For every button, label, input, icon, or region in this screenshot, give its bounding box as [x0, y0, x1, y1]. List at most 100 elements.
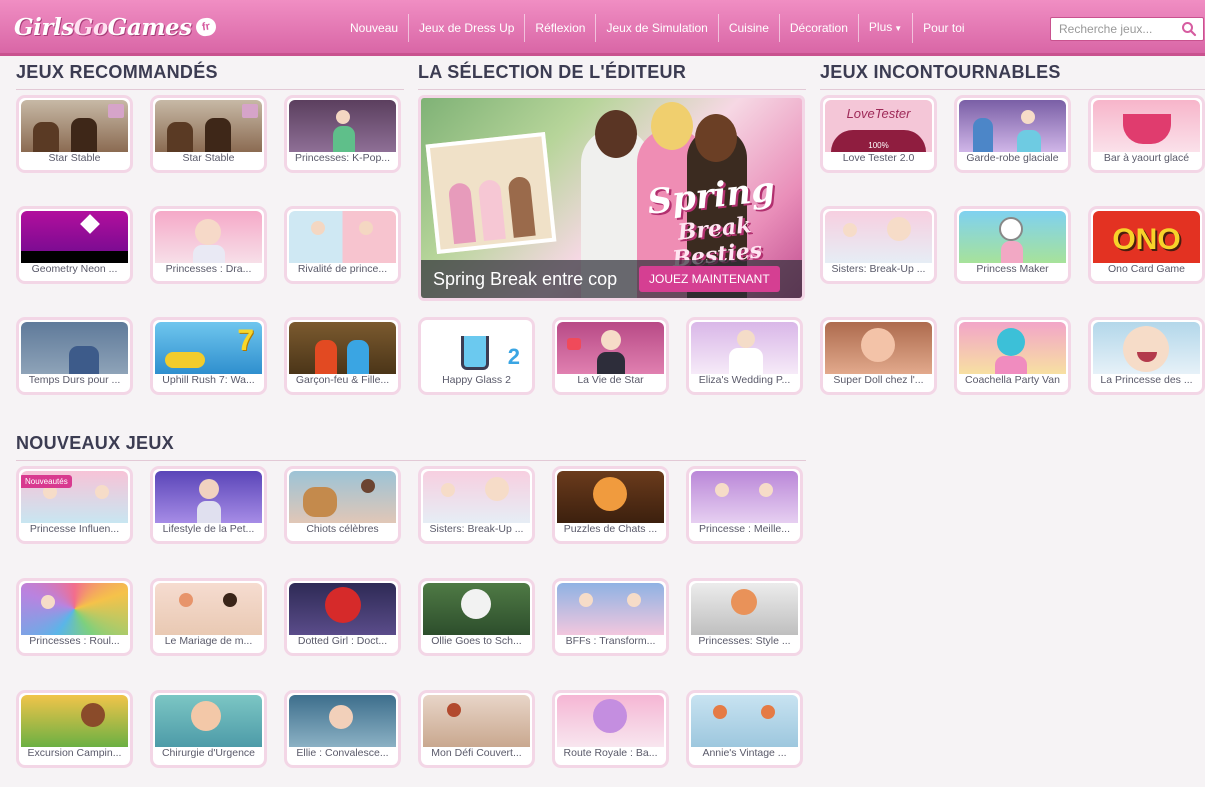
game-card-star-stable-2[interactable]: Star Stable — [150, 95, 267, 173]
game-card-princesses-roulette[interactable]: Princesses : Roul... — [16, 578, 133, 656]
game-thumbnail — [289, 100, 396, 152]
game-card-la-vie-de-star[interactable]: La Vie de Star — [552, 317, 669, 395]
game-thumbnail: ONO — [1093, 211, 1200, 263]
character-body — [447, 182, 477, 245]
game-card-sisters-breakup-new[interactable]: Sisters: Break-Up ... — [418, 466, 535, 544]
nav-item-nouveau[interactable]: Nouveau — [340, 14, 410, 42]
game-card-happy-glass-2[interactable]: 2 Happy Glass 2 — [418, 317, 535, 395]
game-card-la-princesse-des[interactable]: La Princesse des ... — [1088, 317, 1205, 395]
watergirl-shape — [347, 340, 369, 374]
game-card-garde-robe-glaciale[interactable]: Garde-robe glaciale — [954, 95, 1071, 173]
game-thumbnail — [1093, 322, 1200, 374]
game-thumbnail — [155, 583, 262, 635]
character-head — [579, 593, 593, 607]
game-card-princesses-kpop[interactable]: Princesses: K-Pop... — [284, 95, 401, 173]
search-icon[interactable] — [1181, 21, 1197, 37]
game-thumbnail — [825, 211, 932, 263]
game-title: Le Mariage de m... — [164, 635, 253, 647]
game-title: Lifestyle de la Pet... — [162, 523, 255, 535]
game-title: Coachella Party Van — [965, 374, 1060, 386]
game-title: Chiots célèbres — [306, 523, 379, 535]
game-card-princesses-style[interactable]: Princesses: Style ... — [686, 578, 803, 656]
game-title: Eliza's Wedding P... — [698, 374, 791, 386]
game-card-princesse-meilleure[interactable]: Princesse : Meille... — [686, 466, 803, 544]
game-thumbnail — [289, 583, 396, 635]
game-title: Princesses: Style ... — [698, 635, 791, 647]
character-head — [715, 483, 729, 497]
game-card-sisters-breakup[interactable]: Sisters: Break-Up ... — [820, 206, 937, 284]
nav-item-reflexion[interactable]: Réflexion — [525, 14, 597, 42]
game-card-mon-defi-couverture[interactable]: Mon Défi Couvert... — [418, 690, 535, 768]
nav-item-plus[interactable]: Plus ▼ — [859, 13, 914, 43]
game-card-le-mariage[interactable]: Le Mariage de m... — [150, 578, 267, 656]
game-card-rivalite-princesses[interactable]: Rivalité de prince... — [284, 206, 401, 284]
game-thumbnail — [959, 100, 1066, 152]
game-title: Puzzles de Chats ... — [563, 523, 658, 535]
game-card-temps-durs[interactable]: Temps Durs pour ... — [16, 317, 133, 395]
game-card-super-doll[interactable]: Super Doll chez l'... — [820, 317, 937, 395]
game-title: La Vie de Star — [577, 374, 644, 386]
horse-shape — [71, 118, 97, 152]
game-card-fireboy-watergirl[interactable]: Garçon-feu & Fille... — [284, 317, 401, 395]
game-thumbnail — [289, 471, 396, 523]
character-head — [81, 703, 105, 727]
game-title: La Princesse des ... — [1100, 374, 1193, 386]
character-head — [999, 217, 1023, 241]
logo-badge: fr — [194, 16, 217, 38]
game-card-annies-vintage[interactable]: Annie's Vintage ... — [686, 690, 803, 768]
game-thumbnail — [155, 695, 262, 747]
character-head — [593, 699, 627, 733]
game-title: Super Doll chez l'... — [833, 374, 924, 386]
game-card-bar-a-yaourt[interactable]: Bar à yaourt glacé — [1088, 95, 1205, 173]
game-card-princess-maker[interactable]: Princess Maker — [954, 206, 1071, 284]
game-thumbnail — [423, 583, 530, 635]
game-thumbnail — [155, 211, 262, 263]
game-card-bffs-transform[interactable]: BFFs : Transform... — [552, 578, 669, 656]
play-now-button[interactable]: JOUEZ MAINTENANT — [639, 266, 780, 292]
game-card-lifestyle-petite[interactable]: Lifestyle de la Pet... — [150, 466, 267, 544]
game-card-coachella-party-van[interactable]: Coachella Party Van — [954, 317, 1071, 395]
game-card-princesse-influenceuse[interactable]: Nouveautés Princesse Influen... — [16, 466, 133, 544]
game-card-geometry-neon[interactable]: Geometry Neon ... — [16, 206, 133, 284]
top-header: GirlsGoGames fr Nouveau Jeux de Dress Up… — [0, 0, 1205, 56]
game-card-chirurgie-urgence[interactable]: Chirurgie d'Urgence — [150, 690, 267, 768]
game-card-eliza-wedding[interactable]: Eliza's Wedding P... — [686, 317, 803, 395]
character-head — [861, 328, 895, 362]
game-card-love-tester[interactable]: LoveTester 100% Love Tester 2.0 — [820, 95, 937, 173]
game-card-ollie-school[interactable]: Ollie Goes to Sch... — [418, 578, 535, 656]
game-card-route-royale[interactable]: Route Royale : Ba... — [552, 690, 669, 768]
nav-item-simulation[interactable]: Jeux de Simulation — [596, 14, 719, 42]
game-card-uphill-rush[interactable]: 7 Uphill Rush 7: Wa... — [150, 317, 267, 395]
game-title: Garçon-feu & Fille... — [295, 374, 390, 386]
character-head — [1021, 110, 1035, 124]
game-thumbnail: Nouveautés — [21, 471, 128, 523]
love-tester-art: LoveTester — [846, 106, 911, 121]
game-thumbnail — [155, 471, 262, 523]
ono-logo-text: ONO — [1112, 223, 1181, 256]
game-card-ellie-convalescence[interactable]: Ellie : Convalesce... — [284, 690, 401, 768]
nav-item-dress-up[interactable]: Jeux de Dress Up — [409, 14, 526, 42]
game-title: Rivalité de prince... — [297, 263, 388, 275]
game-card-puzzles-chats[interactable]: Puzzles de Chats ... — [552, 466, 669, 544]
game-card-ono-card-game[interactable]: ONO Ono Card Game — [1088, 206, 1205, 284]
nav-item-decoration[interactable]: Décoration — [780, 14, 859, 42]
character-head — [731, 589, 757, 615]
game-thumbnail — [691, 583, 798, 635]
game-title: Bar à yaourt glacé — [1103, 152, 1190, 164]
game-card-dotted-girl[interactable]: Dotted Girl : Doct... — [284, 578, 401, 656]
nav-item-pour-toi[interactable]: Pour toi — [913, 14, 974, 42]
character-head — [199, 479, 219, 499]
site-logo[interactable]: GirlsGoGames fr — [14, 6, 217, 48]
cube-shape — [80, 214, 100, 234]
game-thumbnail — [423, 471, 530, 523]
bowl-shape — [1123, 114, 1171, 144]
game-card-chiots-celebres[interactable]: Chiots célèbres — [284, 466, 401, 544]
featured-game-banner[interactable]: Spring Break Besties Spring Break entre … — [418, 95, 805, 301]
nav-item-cuisine[interactable]: Cuisine — [719, 14, 780, 42]
game-card-excursion-camping[interactable]: Excursion Campin... — [16, 690, 133, 768]
game-thumbnail — [557, 471, 664, 523]
game-title: Sisters: Break-Up ... — [831, 263, 926, 275]
game-card-star-stable[interactable]: Star Stable — [16, 95, 133, 173]
search-input[interactable] — [1051, 18, 1176, 40]
game-card-princesses-drama[interactable]: Princesses : Dra... — [150, 206, 267, 284]
